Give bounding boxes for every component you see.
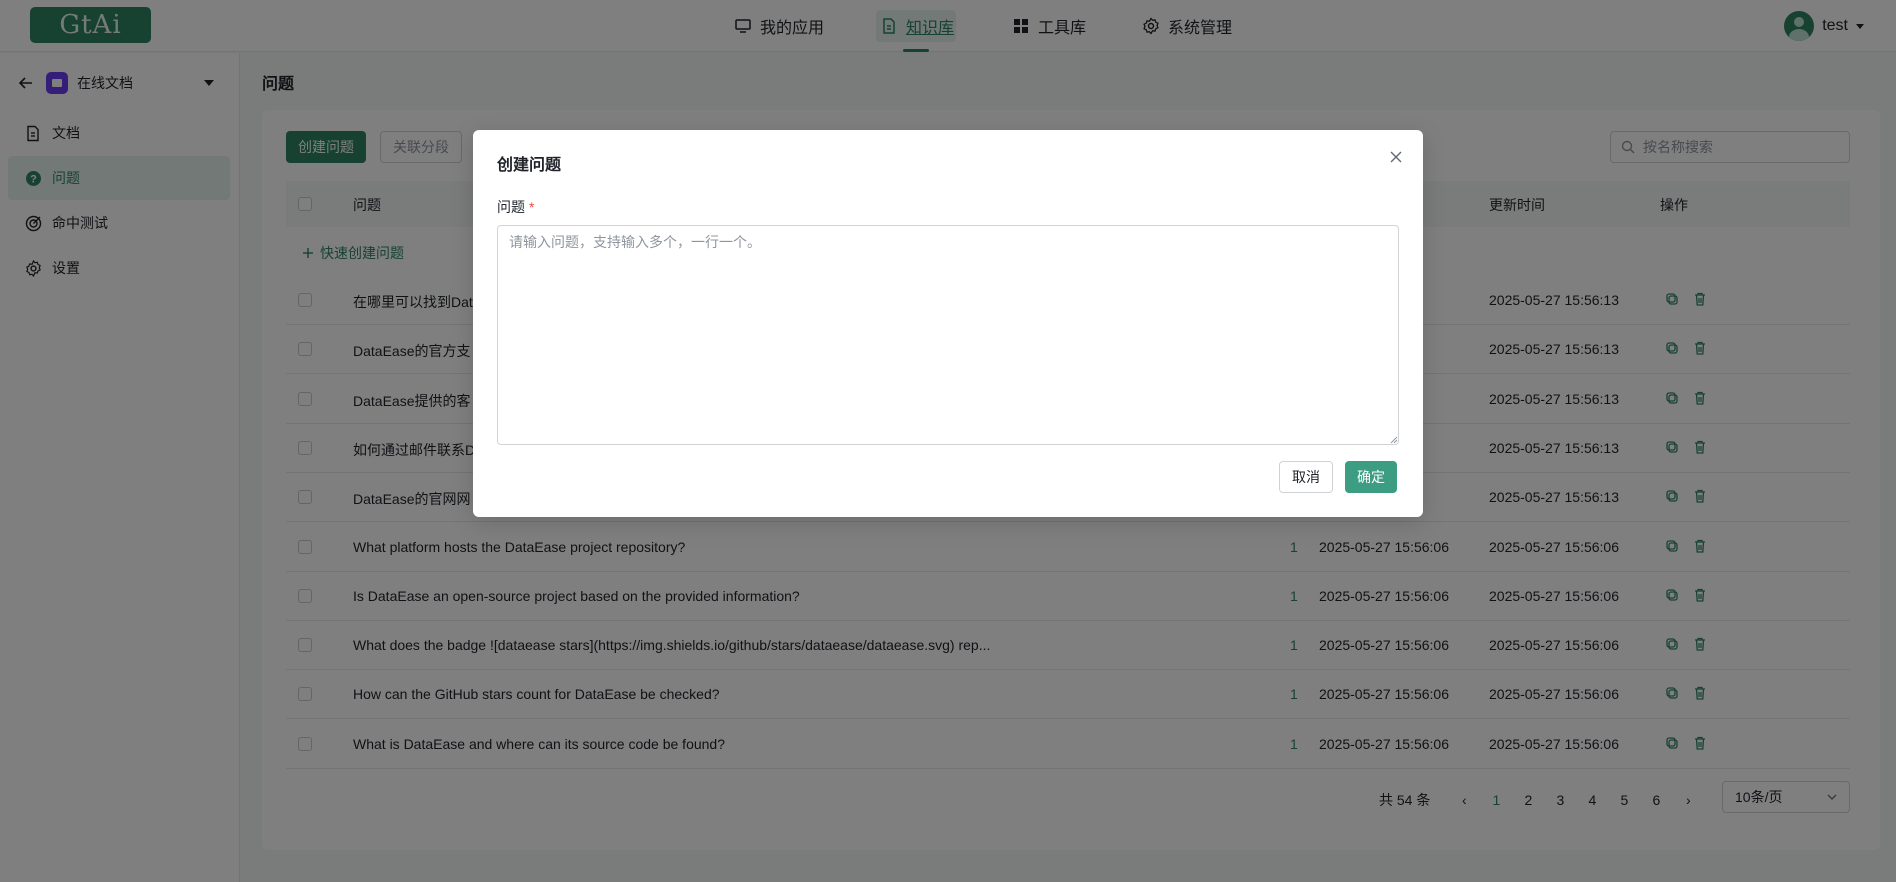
dialog-title: 创建问题 [497,157,562,174]
question-textarea[interactable] [497,225,1399,445]
question-field-label: 问题 * [497,197,534,217]
resize-grip-icon[interactable] [1390,436,1398,444]
close-icon[interactable] [1389,150,1403,164]
create-question-dialog: 创建问题 问题* 取消 确定 [473,130,1423,517]
confirm-button[interactable]: 确定 [1345,461,1397,493]
required-mark: * [529,199,535,215]
cancel-button[interactable]: 取消 [1279,461,1333,493]
question-field-label-text: 问题 [497,199,525,215]
